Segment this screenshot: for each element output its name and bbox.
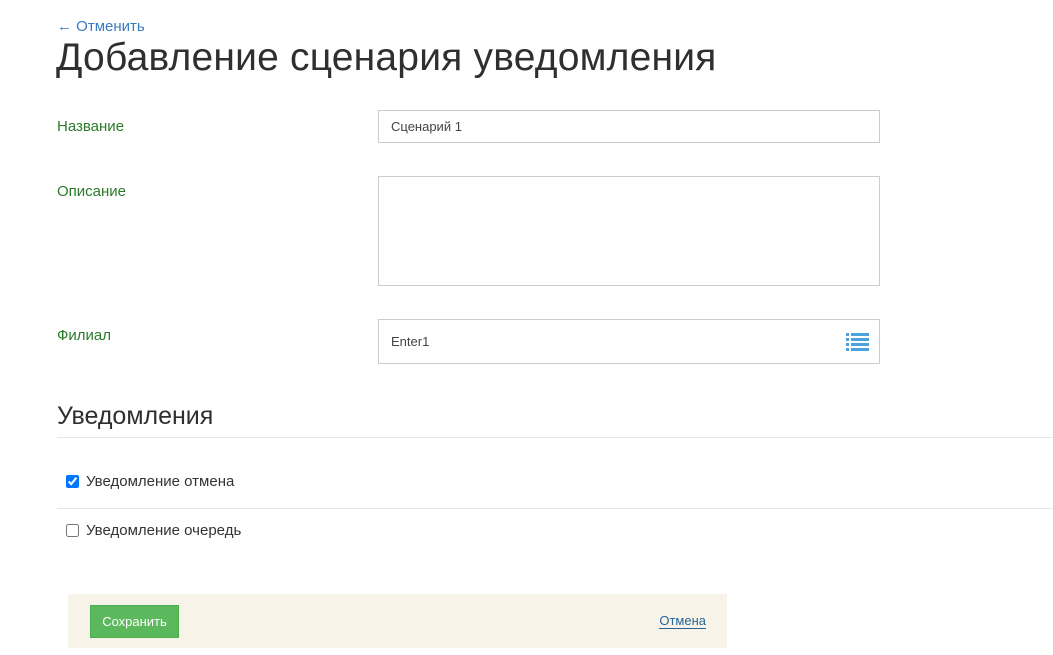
notification-cancel-label: Уведомление отмена	[86, 473, 235, 490]
row-divider	[57, 508, 1053, 509]
back-cancel-link[interactable]: ← Отменить	[57, 18, 145, 35]
description-textarea[interactable]	[378, 176, 880, 286]
notification-queue-label: Уведомление очередь	[86, 522, 242, 539]
branch-select[interactable]: Enter1	[378, 319, 880, 364]
branch-label: Филиал	[57, 327, 112, 344]
notification-queue-checkbox[interactable]	[66, 524, 79, 537]
name-input[interactable]	[378, 110, 880, 143]
section-divider	[57, 437, 1053, 438]
notification-cancel-row[interactable]: Уведомление отмена	[66, 473, 234, 490]
notifications-section-title: Уведомления	[57, 402, 214, 430]
cancel-link[interactable]: Отмена	[659, 613, 706, 629]
description-label: Описание	[57, 183, 127, 200]
list-icon[interactable]	[846, 332, 869, 351]
page: ← Отменить Добавление сценария уведомлен…	[0, 0, 1053, 655]
page-title: Добавление сценария уведомления	[56, 36, 717, 79]
notification-cancel-checkbox[interactable]	[66, 475, 79, 488]
notification-queue-row[interactable]: Уведомление очередь	[66, 522, 241, 539]
save-button[interactable]: Сохранить	[90, 605, 179, 638]
form-actions-bar: Сохранить Отмена	[68, 594, 727, 648]
branch-selected-value: Enter1	[391, 334, 430, 349]
name-label: Название	[57, 118, 125, 135]
